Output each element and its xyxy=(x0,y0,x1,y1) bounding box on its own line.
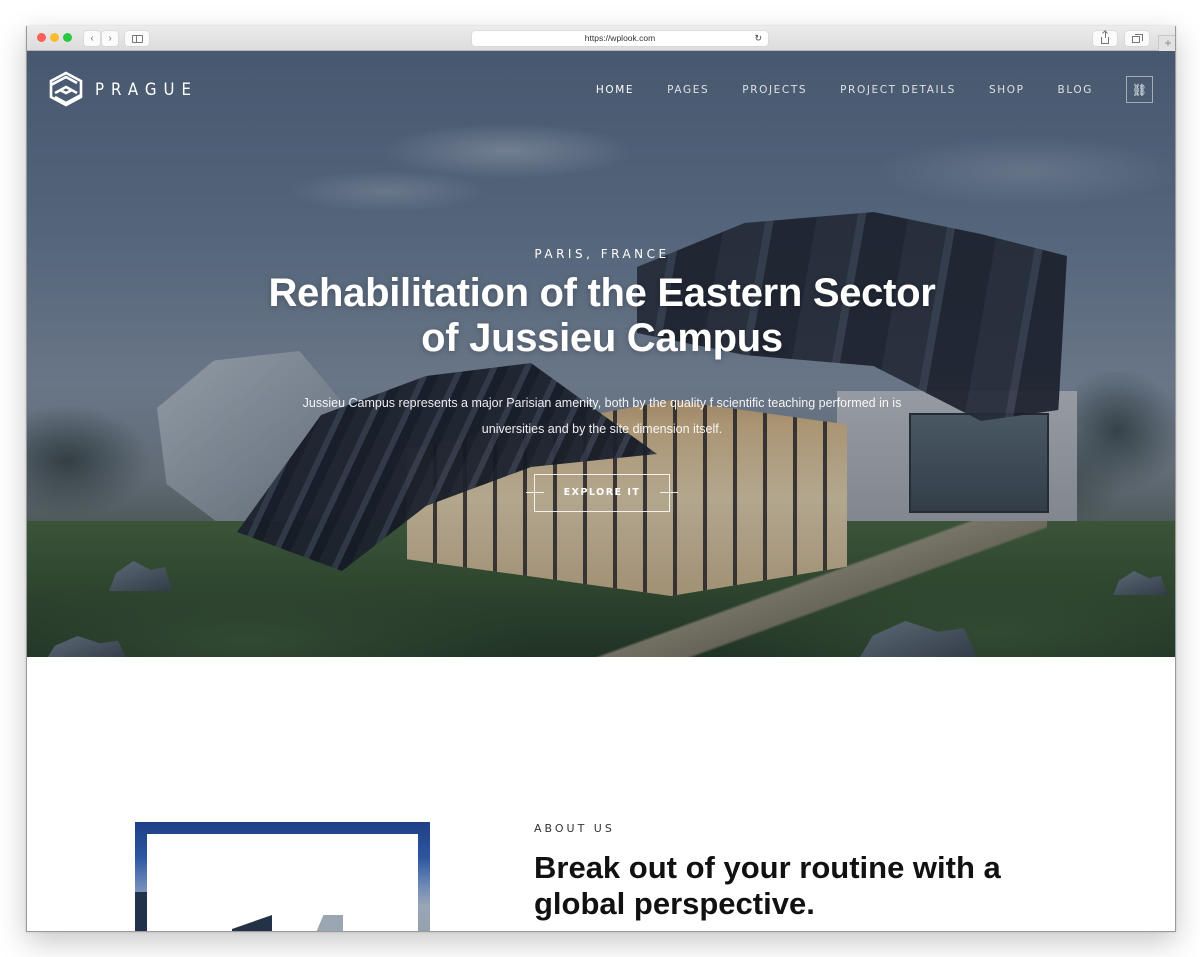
browser-window: ‹ › https://wplook.com ↻ + PRAGUE HOME P… xyxy=(26,26,1176,932)
logo-text: PRAGUE xyxy=(95,78,198,100)
sidebar-icon xyxy=(131,34,143,43)
sidebar-toggle-button[interactable] xyxy=(125,31,149,46)
chevron-left-icon: ‹ xyxy=(90,32,94,44)
logo-icon xyxy=(49,71,83,107)
about-title: Break out of your routine with a global … xyxy=(534,850,1001,921)
nav-item-project-details[interactable]: PROJECT DETAILS xyxy=(840,84,956,96)
back-button[interactable]: ‹ xyxy=(84,31,100,46)
minimize-window-button[interactable] xyxy=(50,33,59,42)
hero-location: PARIS, FRANCE xyxy=(534,247,670,261)
nav-item-projects[interactable]: PROJECTS xyxy=(742,84,807,96)
reload-icon[interactable]: ↻ xyxy=(754,31,762,46)
close-window-button[interactable] xyxy=(37,33,46,42)
share-icon xyxy=(1101,30,1109,44)
explore-button[interactable]: EXPLORE IT xyxy=(534,474,670,512)
address-bar[interactable]: https://wplook.com ↻ xyxy=(472,31,768,46)
new-tab-button[interactable]: + xyxy=(1158,35,1175,51)
nav-item-home[interactable]: HOME xyxy=(596,84,634,96)
nav-link-button[interactable]: ⛓ xyxy=(1126,76,1153,103)
main-nav: HOME PAGES PROJECTS PROJECT DETAILS SHOP… xyxy=(563,76,1153,103)
nav-item-pages[interactable]: PAGES xyxy=(667,84,709,96)
hero-description: Jussieu Campus represents a major Parisi… xyxy=(302,396,902,436)
plus-icon: + xyxy=(1164,36,1172,50)
chevron-right-icon: › xyxy=(108,32,112,44)
url-text: https://wplook.com xyxy=(584,33,656,43)
about-kicker: ABOUT US xyxy=(534,822,615,835)
hero-content: PARIS, FRANCE Rehabilitation of the East… xyxy=(27,247,1175,512)
site-logo[interactable]: PRAGUE xyxy=(49,71,198,107)
show-tabs-button[interactable] xyxy=(1125,31,1149,46)
nav-item-shop[interactable]: SHOP xyxy=(989,84,1025,96)
about-section: ABOUT US Break out of your routine with … xyxy=(534,822,1004,922)
link-icon: ⛓ xyxy=(1131,82,1148,97)
explore-button-wrapper: EXPLORE IT xyxy=(526,474,678,512)
maximize-window-button[interactable] xyxy=(63,33,72,42)
hero-section: PRAGUE HOME PAGES PROJECTS PROJECT DETAI… xyxy=(27,51,1175,657)
share-button[interactable] xyxy=(1093,30,1117,46)
nav-item-blog[interactable]: BLOG xyxy=(1058,84,1093,96)
hero-title: Rehabilitation of the Eastern Sector of … xyxy=(268,271,936,360)
forward-button[interactable]: › xyxy=(102,31,118,46)
tabs-icon xyxy=(1132,34,1143,43)
browser-toolbar: ‹ › https://wplook.com ↻ + xyxy=(27,26,1175,51)
about-image xyxy=(135,822,430,931)
